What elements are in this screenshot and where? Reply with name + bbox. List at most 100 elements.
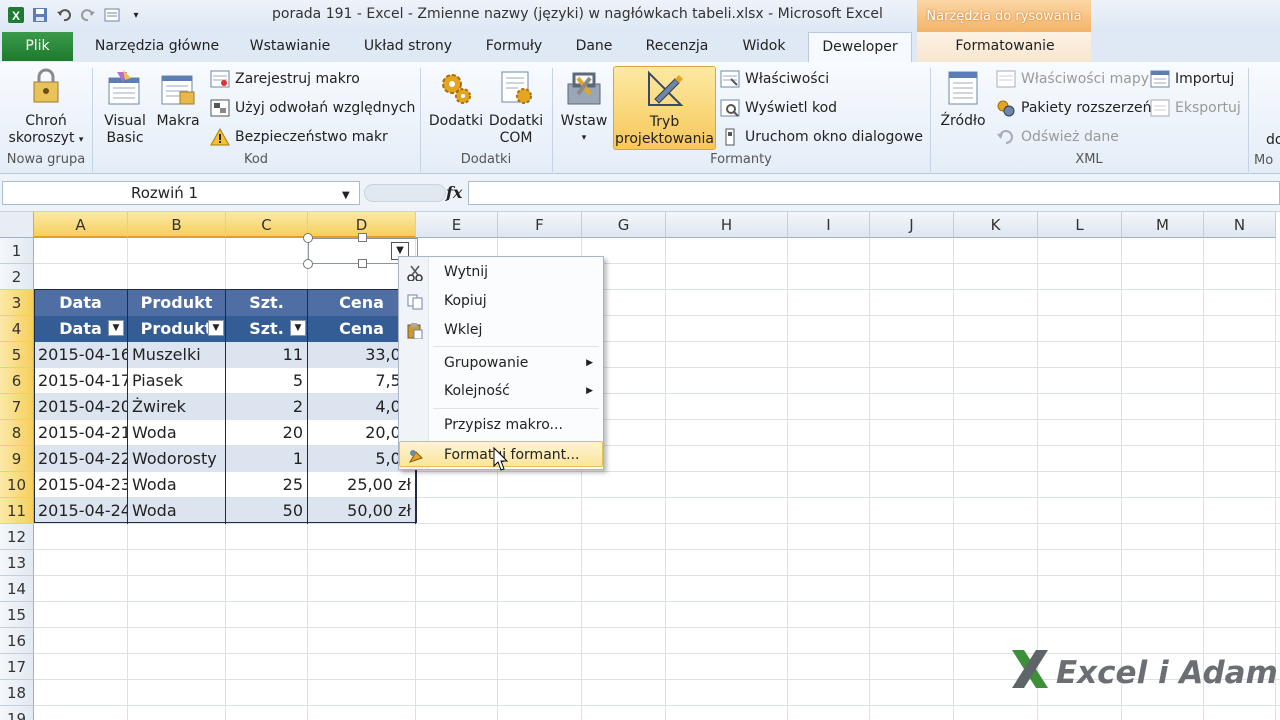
row-header-17[interactable]: 17 — [0, 654, 34, 680]
design-mode-button[interactable]: Tryb projektowania — [613, 66, 716, 150]
column-header-g[interactable]: G — [582, 212, 666, 238]
row-header-1[interactable]: 1 — [0, 238, 34, 264]
row-header-12[interactable]: 12 — [0, 524, 34, 550]
visual-basic-button[interactable]: Visual Basic — [100, 68, 150, 147]
row-header-9[interactable]: 9 — [0, 446, 34, 472]
column-header-l[interactable]: L — [1038, 212, 1122, 238]
import-button[interactable]: Importuj — [1150, 70, 1234, 88]
warning-icon — [210, 128, 230, 146]
properties-button[interactable]: Właściwości — [720, 70, 829, 88]
row-header-16[interactable]: 16 — [0, 628, 34, 654]
save-icon[interactable] — [30, 6, 50, 24]
menu-item-label: Wklej — [444, 322, 483, 338]
protect-workbook-button[interactable]: Chroń skoroszyt ▾ — [6, 68, 86, 149]
resize-handle[interactable] — [358, 233, 367, 242]
formula-input[interactable] — [468, 181, 1280, 205]
row-header-6[interactable]: 6 — [0, 368, 34, 394]
column-header-c[interactable]: C — [226, 212, 308, 238]
tab-format[interactable]: Formatowanie — [937, 32, 1073, 62]
refresh-data-button[interactable]: Odśwież dane — [996, 128, 1119, 146]
undo-icon[interactable] — [54, 6, 74, 24]
tab-file[interactable]: Plik — [2, 32, 73, 61]
redo-icon[interactable] — [78, 6, 98, 24]
addins-button[interactable]: Dodatki — [426, 68, 486, 130]
menu-item-order[interactable]: Kolejność ▶ — [399, 378, 603, 404]
view-code-button[interactable]: Wyświetl kod — [720, 99, 837, 117]
row-header-14[interactable]: 14 — [0, 576, 34, 602]
tab-formulas[interactable]: Formuły — [474, 32, 554, 62]
row-header-18[interactable]: 18 — [0, 680, 34, 706]
expansion-packs-button[interactable]: Pakiety rozszerzeń — [996, 99, 1151, 117]
column-header-n[interactable]: N — [1204, 212, 1276, 238]
column-header-i[interactable]: I — [788, 212, 870, 238]
scissors-icon — [407, 264, 423, 282]
filter-dropdown-icon[interactable]: ▼ — [208, 320, 224, 336]
resize-handle[interactable] — [303, 259, 313, 269]
row-header-7[interactable]: 7 — [0, 394, 34, 420]
name-box-dropdown-icon[interactable]: ▼ — [342, 190, 350, 201]
excel-app-icon[interactable]: X — [6, 6, 26, 24]
insert-dropdown-arrow: ▾ — [581, 133, 587, 143]
macros-icon — [161, 75, 195, 105]
menu-item-assign-macro[interactable]: Przypisz makro... — [399, 412, 603, 438]
menu-item-copy[interactable]: Kopiuj — [399, 288, 603, 314]
row-header-8[interactable]: 8 — [0, 420, 34, 446]
form-icon[interactable] — [102, 6, 122, 24]
com-addins-button[interactable]: Dodatki COM — [488, 68, 544, 147]
addins-label: Dodatki — [428, 113, 484, 129]
worksheet-grid[interactable]: ABCDEFGHIJKLMN 1 2 3 4 5 6 7 8 9 10 11 12 13 14 15 16 17… — [0, 212, 1280, 720]
tab-view[interactable]: Widok — [730, 32, 798, 62]
name-box[interactable]: Rozwiń 1 — [2, 181, 360, 205]
resize-handle[interactable] — [358, 259, 367, 268]
column-header-f[interactable]: F — [498, 212, 582, 238]
run-dialog-label: Uruchom okno dialogowe — [745, 129, 923, 145]
column-header-m[interactable]: M — [1122, 212, 1204, 238]
menu-separator — [433, 408, 599, 409]
tab-review[interactable]: Recenzja — [636, 32, 718, 62]
column-header-k[interactable]: K — [954, 212, 1038, 238]
row-header-19[interactable]: 19 — [0, 706, 34, 720]
row-header-3[interactable]: 3 — [0, 290, 34, 316]
resize-handle[interactable] — [303, 233, 313, 243]
tab-developer[interactable]: Deweloper — [808, 32, 912, 63]
row-header-10[interactable]: 10 — [0, 472, 34, 498]
tab-insert[interactable]: Wstawianie — [240, 32, 340, 62]
insert-function-icon[interactable]: fx — [446, 183, 462, 202]
filter-dropdown-icon[interactable]: ▼ — [108, 320, 124, 336]
customize-qat-icon[interactable]: ▾ — [126, 6, 146, 24]
filter-dropdown-icon[interactable]: ▼ — [290, 320, 306, 336]
row-header-4[interactable]: 4 — [0, 316, 34, 342]
menu-item-group[interactable]: Grupowanie ▶ — [399, 350, 603, 376]
xml-source-button[interactable]: Źródło — [936, 68, 990, 130]
row-header-13[interactable]: 13 — [0, 550, 34, 576]
tab-home[interactable]: Narzędzia główne — [84, 32, 230, 62]
row-header-11[interactable]: 11 — [0, 498, 34, 524]
record-macro-button[interactable]: Zarejestruj makro — [210, 70, 360, 88]
design-mode-label-1: Tryb — [649, 114, 680, 130]
column-header-h[interactable]: H — [666, 212, 788, 238]
column-header-j[interactable]: J — [870, 212, 954, 238]
tab-page-layout[interactable]: Układ strony — [354, 32, 462, 62]
map-properties-button[interactable]: Właściwości mapy — [996, 70, 1149, 88]
record-macro-icon — [210, 70, 230, 88]
group-label-controls: Formanty — [710, 152, 772, 167]
export-label: Eksportuj — [1175, 100, 1241, 116]
copy-icon — [407, 293, 423, 310]
export-button[interactable]: Eksportuj — [1150, 99, 1241, 117]
relative-refs-button[interactable]: Użyj odwołań względnych — [210, 99, 415, 117]
macros-button[interactable]: Makra — [154, 68, 202, 130]
menu-item-cut[interactable]: Wytnij — [399, 259, 603, 285]
row-header-15[interactable]: 15 — [0, 602, 34, 628]
quick-access-toolbar: X ▾ — [6, 6, 146, 24]
menu-item-paste[interactable]: Wklej — [399, 317, 603, 343]
row-header-5[interactable]: 5 — [0, 342, 34, 368]
row-header-2[interactable]: 2 — [0, 264, 34, 290]
insert-control-button[interactable]: Wstaw ▾ — [558, 68, 610, 147]
run-dialog-button[interactable]: Uruchom okno dialogowe — [720, 128, 923, 146]
select-all-corner[interactable] — [0, 212, 34, 238]
macro-security-button[interactable]: Bezpieczeństwo makr — [210, 128, 388, 146]
tab-data[interactable]: Dane — [566, 32, 622, 62]
column-header-b[interactable]: B — [128, 212, 226, 238]
column-header-a[interactable]: A — [34, 212, 128, 238]
column-header-e[interactable]: E — [416, 212, 498, 238]
